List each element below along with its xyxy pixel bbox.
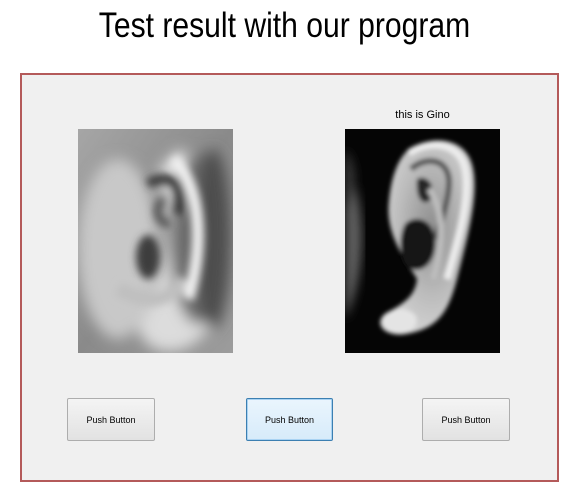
query-ear-image xyxy=(78,129,233,353)
push-button-left[interactable]: Push Button xyxy=(67,398,155,441)
matched-ear-image xyxy=(345,129,500,353)
identification-caption: this is Gino xyxy=(395,109,450,121)
ear-photo-icon xyxy=(345,129,500,353)
gui-window: this is Gino Push Button Push Button Pus… xyxy=(20,73,559,482)
slide-title: Test result with our program xyxy=(98,6,471,45)
push-button-center[interactable]: Push Button xyxy=(246,398,333,441)
push-button-right[interactable]: Push Button xyxy=(422,398,510,441)
blurred-ear-photo-icon xyxy=(78,129,233,353)
